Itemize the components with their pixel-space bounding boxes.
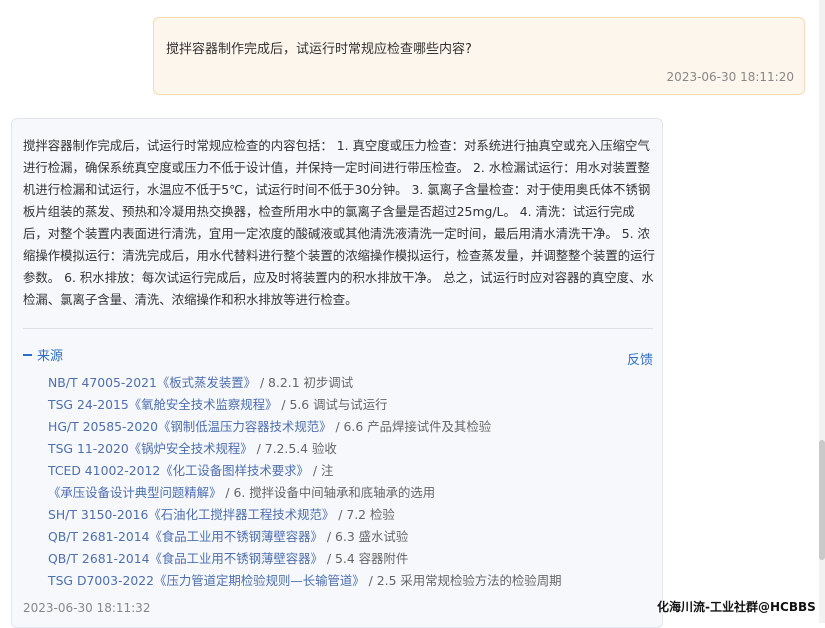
- source-section: / 7.2.5.4 验收: [252, 441, 337, 456]
- source-item: TCED 41002-2012《化工设备图样技术要求》 / 注: [48, 460, 561, 482]
- source-item: TSG D7003-2022《压力管道定期检验规则—长输管道》 / 2.5 采用…: [48, 570, 561, 592]
- source-section: / 6.6 产品焊接试件及其检验: [331, 419, 492, 434]
- source-item: SH/T 3150-2016《石油化工搅拌器工程技术规范》 / 7.2 检验: [48, 504, 561, 526]
- source-item: HG/T 20585-2020《钢制低温压力容器技术规范》 / 6.6 产品焊接…: [48, 416, 561, 438]
- scrollbar-thumb[interactable]: [819, 440, 825, 560]
- source-item: QB/T 2681-2014《食品工业用不锈钢薄壁容器》 / 6.3 盛水试验: [48, 526, 561, 548]
- source-section: / 注: [308, 463, 334, 478]
- source-section: / 5.6 调试与试运行: [277, 397, 388, 412]
- answer-divider: [23, 328, 653, 329]
- answer-timestamp: 2023-06-30 18:11:32: [23, 601, 151, 615]
- source-section: / 2.5 采用常规检验方法的检验周期: [364, 573, 562, 588]
- collapse-minus-icon: [23, 353, 32, 356]
- source-link[interactable]: QB/T 2681-2014《食品工业用不锈钢薄壁容器》: [48, 551, 323, 566]
- assistant-answer-bubble: 搅拌容器制作完成后，试运行时常规应检查的内容包括： 1. 真空度或压力检查：对系…: [11, 118, 663, 628]
- source-section: / 7.2 检验: [334, 507, 395, 522]
- source-link[interactable]: 《承压设备设计典型问题精解》: [48, 485, 221, 500]
- source-item: QB/T 2681-2014《食品工业用不锈钢薄壁容器》 / 5.4 容器附件: [48, 548, 561, 570]
- scrollbar-track[interactable]: [819, 0, 825, 623]
- source-link[interactable]: TCED 41002-2012《化工设备图样技术要求》: [48, 463, 309, 478]
- watermark: 化海川流-工业社群@HCBBS: [657, 600, 816, 614]
- sources-label: 来源: [37, 349, 64, 364]
- source-item: NB/T 47005-2021《板式蒸发装置》 / 8.2.1 初步调试: [48, 372, 561, 394]
- source-link[interactable]: HG/T 20585-2020《钢制低温压力容器技术规范》: [48, 419, 332, 434]
- feedback-link[interactable]: 反馈: [627, 349, 653, 368]
- user-message-bubble: 搅拌容器制作完成后，试运行时常规应检查哪些内容? 2023-06-30 18:1…: [153, 17, 805, 95]
- sources-list: NB/T 47005-2021《板式蒸发装置》 / 8.2.1 初步调试 TSG…: [48, 372, 561, 592]
- user-question-text: 搅拌容器制作完成后，试运行时常规应检查哪些内容?: [166, 42, 472, 57]
- source-link[interactable]: TSG D7003-2022《压力管道定期检验规则—长输管道》: [48, 573, 365, 588]
- source-section: / 6. 搅拌设备中间轴承和底轴承的选用: [221, 485, 436, 500]
- sources-toggle[interactable]: 来源: [23, 345, 63, 364]
- source-link[interactable]: QB/T 2681-2014《食品工业用不锈钢薄壁容器》: [48, 529, 323, 544]
- source-section: / 8.2.1 初步调试: [256, 375, 354, 390]
- user-message-timestamp: 2023-06-30 18:11:20: [666, 70, 794, 84]
- source-item: TSG 24-2015《氧舱安全技术监察规程》 / 5.6 调试与试运行: [48, 394, 561, 416]
- answer-text: 搅拌容器制作完成后，试运行时常规应检查的内容包括： 1. 真空度或压力检查：对系…: [23, 138, 655, 307]
- source-link[interactable]: SH/T 3150-2016《石油化工搅拌器工程技术规范》: [48, 507, 334, 522]
- source-section: / 6.3 盛水试验: [322, 529, 409, 544]
- source-item: 《承压设备设计典型问题精解》 / 6. 搅拌设备中间轴承和底轴承的选用: [48, 482, 561, 504]
- source-item: TSG 11-2020《锅炉安全技术规程》 / 7.2.5.4 验收: [48, 438, 561, 460]
- source-link[interactable]: NB/T 47005-2021《板式蒸发装置》: [48, 375, 256, 390]
- source-section: / 5.4 容器附件: [322, 551, 409, 566]
- source-link[interactable]: TSG 24-2015《氧舱安全技术监察规程》: [48, 397, 277, 412]
- source-link[interactable]: TSG 11-2020《锅炉安全技术规程》: [48, 441, 253, 456]
